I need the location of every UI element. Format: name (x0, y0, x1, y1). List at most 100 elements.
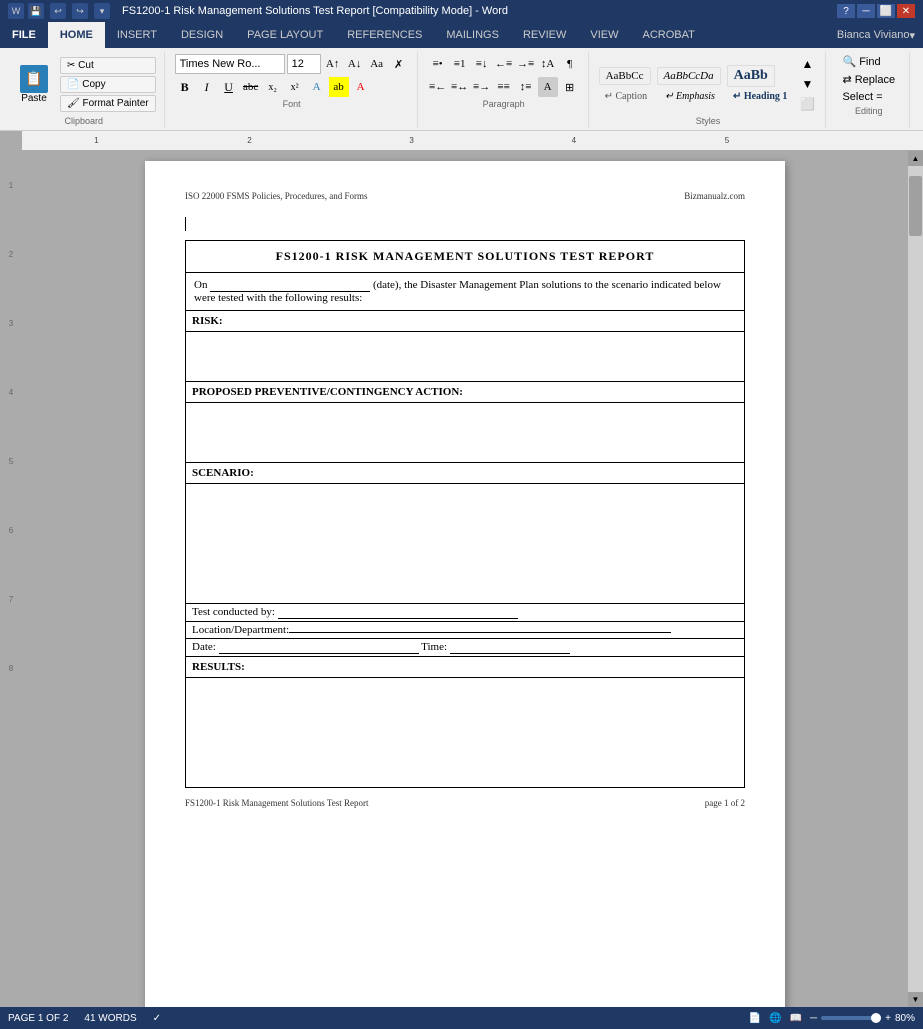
tab-insert[interactable]: INSERT (105, 22, 169, 48)
scroll-up-button[interactable]: ▲ (908, 151, 923, 166)
right-scrollbar[interactable]: ▲ ▼ (908, 151, 923, 1007)
zoom-in-button[interactable]: + (885, 1013, 891, 1024)
align-left-button[interactable]: ≡← (428, 77, 448, 97)
subscript-button[interactable]: x₂ (263, 77, 283, 97)
editing-label: Editing (836, 106, 901, 116)
shrink-font-button[interactable]: A↓ (345, 54, 365, 74)
font-size-input[interactable] (287, 54, 321, 74)
styles-box: AaBbCc AaBbCcDa AaBb ↵ Caption ↵ Emphasi… (599, 54, 818, 114)
highlight-button[interactable]: ab (329, 77, 349, 97)
proofing-icon[interactable]: ✓ (153, 1013, 161, 1024)
align-right-button[interactable]: ≡→ (472, 77, 492, 97)
help-btn[interactable]: ? (837, 4, 855, 18)
location-field[interactable] (289, 632, 671, 633)
scroll-track[interactable] (908, 166, 923, 992)
find-button[interactable]: 🔍 Find (836, 54, 901, 69)
decrease-indent-button[interactable]: ←≡ (494, 54, 514, 74)
shading-button[interactable]: A (538, 77, 558, 97)
style-aabbcc[interactable]: AaBbCc (599, 67, 651, 85)
zoom-out-button[interactable]: ─ (810, 1013, 817, 1024)
style-aabbc[interactable]: AaBb (727, 65, 775, 87)
paragraph-row1: ≡• ≡1 ≡↓ ←≡ →≡ ↕A ¶ (428, 54, 580, 74)
proposed-content[interactable] (186, 403, 745, 463)
tab-mailings[interactable]: MAILINGS (434, 22, 511, 48)
tab-page-layout[interactable]: PAGE LAYOUT (235, 22, 335, 48)
tab-acrobat[interactable]: ACROBAT (630, 22, 706, 48)
redo-icon[interactable]: ↪ (72, 3, 88, 19)
superscript-button[interactable]: x² (285, 77, 305, 97)
title-bar: W 💾 ↩ ↪ ▾ FS1200-1 Risk Management Solut… (0, 0, 923, 22)
clipboard-actions: ✂ Cut 📄 Copy 🖌 Format Painter (60, 57, 156, 112)
sort-button[interactable]: ↕A (538, 54, 558, 74)
view-web-icon[interactable]: 🌐 (769, 1013, 781, 1024)
save-icon[interactable]: 💾 (28, 3, 44, 19)
styles-up-button[interactable]: ▲ (797, 54, 817, 74)
change-case-button[interactable]: Aa (367, 54, 387, 74)
zoom-slider[interactable] (821, 1016, 881, 1020)
styles-row2: ↵ Caption ↵ Emphasis ↵ Heading 1 (599, 89, 794, 104)
scroll-down-button[interactable]: ▼ (908, 992, 923, 1007)
tab-review[interactable]: REVIEW (511, 22, 578, 48)
scroll-thumb[interactable] (909, 176, 922, 236)
borders-button[interactable]: ⊞ (560, 77, 580, 97)
align-center-button[interactable]: ≡↔ (450, 77, 470, 97)
select-button[interactable]: Select = (836, 90, 901, 104)
justify-button[interactable]: ≡≡ (494, 77, 514, 97)
footer-left: FS1200-1 Risk Management Solutions Test … (185, 798, 368, 808)
style-aabbccda[interactable]: AaBbCcDa (657, 67, 721, 85)
underline-button[interactable]: U (219, 77, 239, 97)
minimize-btn[interactable]: ─ (857, 4, 875, 18)
copy-button[interactable]: 📄 Copy (60, 76, 156, 93)
line-spacing-button[interactable]: ↕≡ (516, 77, 536, 97)
replace-button[interactable]: ⇄ Replace (836, 72, 901, 87)
cut-button[interactable]: ✂ Cut (60, 57, 156, 74)
tab-home[interactable]: HOME (48, 22, 105, 48)
ruler-tick-1: 1 (94, 136, 98, 145)
clear-format-button[interactable]: ✗ (389, 54, 409, 74)
document-area: 1 2 3 4 5 6 7 8 ISO 22000 FSMS Policies,… (0, 151, 923, 1007)
date-value-field[interactable] (219, 641, 419, 654)
risk-content[interactable] (186, 332, 745, 382)
scenario-content[interactable] (186, 484, 745, 604)
text-effects-button[interactable]: A (307, 77, 327, 97)
results-content[interactable] (186, 678, 745, 788)
numbering-button[interactable]: ≡1 (450, 54, 470, 74)
close-btn[interactable]: ✕ (897, 4, 915, 18)
paste-button[interactable]: 📋 Paste (12, 61, 56, 108)
styles-group: AaBbCc AaBbCcDa AaBb ↵ Caption ↵ Emphasi… (591, 52, 827, 128)
bold-button[interactable]: B (175, 77, 195, 97)
tab-file[interactable]: FILE (0, 22, 48, 48)
show-formatting-button[interactable]: ¶ (560, 54, 580, 74)
test-conducted-field[interactable] (278, 606, 518, 619)
styles-down-button[interactable]: ▼ (797, 74, 817, 94)
time-value-field[interactable] (450, 641, 570, 654)
font-name-input[interactable] (175, 54, 285, 74)
status-right: 📄 🌐 📖 ─ + 80% (749, 1013, 915, 1024)
tab-references[interactable]: REFERENCES (335, 22, 434, 48)
increase-indent-button[interactable]: →≡ (516, 54, 536, 74)
customize-icon[interactable]: ▾ (94, 3, 110, 19)
zoom-level: 80% (895, 1013, 915, 1024)
strikethrough-button[interactable]: abc (241, 77, 261, 97)
grow-font-button[interactable]: A↑ (323, 54, 343, 74)
zoom-control: ─ + 80% (810, 1013, 915, 1024)
tab-view[interactable]: VIEW (578, 22, 630, 48)
multilevel-button[interactable]: ≡↓ (472, 54, 492, 74)
title-row: FS1200-1 RISK MANAGEMENT SOLUTIONS TEST … (186, 241, 745, 273)
tab-design[interactable]: DESIGN (169, 22, 235, 48)
bullets-button[interactable]: ≡• (428, 54, 448, 74)
format-painter-button[interactable]: 🖌 Format Painter (60, 95, 156, 112)
undo-icon[interactable]: ↩ (50, 3, 66, 19)
italic-button[interactable]: I (197, 77, 217, 97)
clipboard-group-content: 📋 Paste ✂ Cut 📄 Copy 🖌 Format Painter (12, 54, 156, 114)
document-scroll[interactable]: ISO 22000 FSMS Policies, Procedures, and… (22, 151, 908, 1007)
date-field[interactable] (210, 279, 370, 292)
styles-more-button[interactable]: ⬜ (797, 94, 817, 114)
view-read-icon[interactable]: 📖 (790, 1013, 802, 1024)
clipboard-group: 📋 Paste ✂ Cut 📄 Copy 🖌 Format Painter Cl… (4, 52, 165, 128)
restore-btn[interactable]: ⬜ (877, 4, 895, 18)
font-color-button[interactable]: A (351, 77, 371, 97)
ruler-mark-5: 5 (0, 457, 22, 466)
proposed-content-row (186, 403, 745, 463)
view-print-icon[interactable]: 📄 (749, 1013, 761, 1024)
